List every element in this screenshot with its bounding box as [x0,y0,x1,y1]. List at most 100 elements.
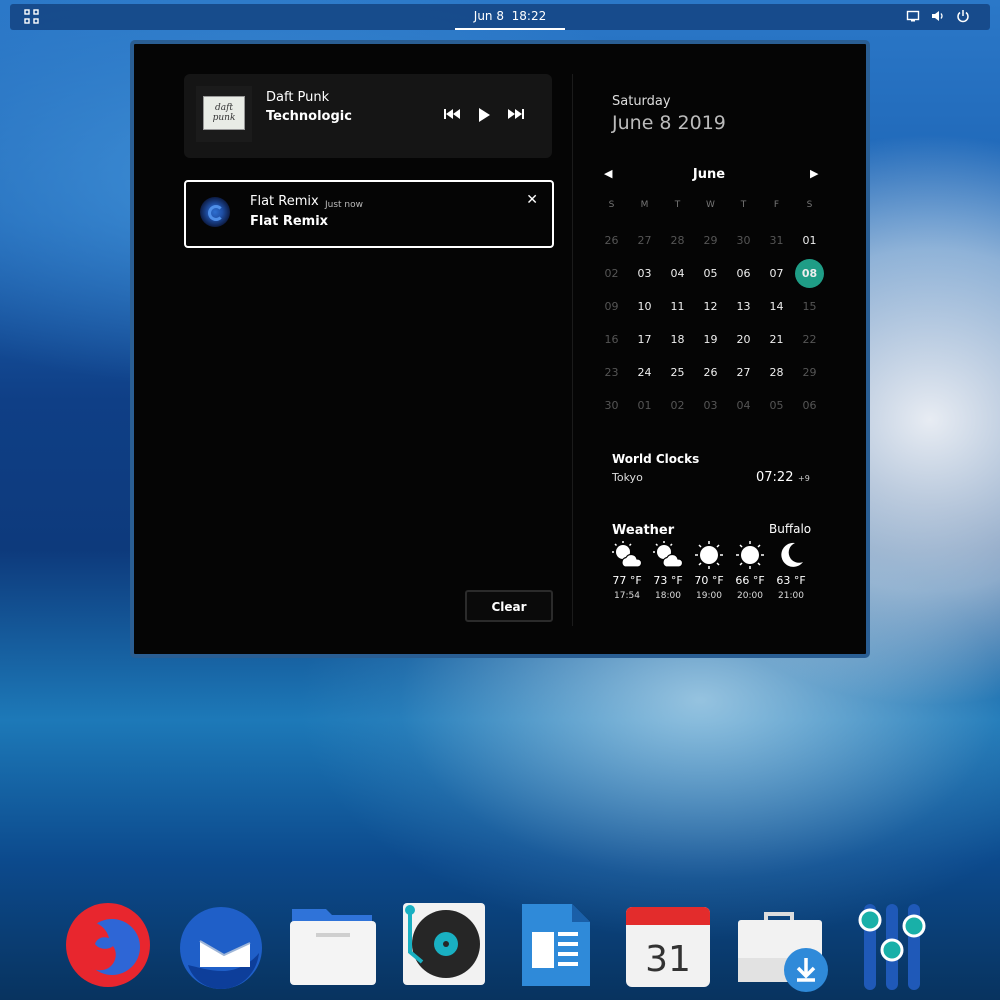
partly-cloudy-icon [648,540,688,574]
sun-icon [730,540,770,574]
weekday-label: W [706,200,715,210]
forecast-time: 19:00 [696,591,722,601]
display-icon[interactable] [905,9,921,25]
weather-title[interactable]: Weather [612,523,674,538]
firefox-icon[interactable] [65,902,153,994]
album-art: daft punk [196,86,252,142]
calendar-day[interactable]: 24 [628,356,661,389]
forecast-item: 70 °F 19:00 [689,540,729,601]
calendar-day[interactable]: 15 [793,290,826,323]
calendar-day[interactable]: 12 [694,290,727,323]
calendar-day[interactable]: 23 [595,356,628,389]
world-clock-city: Tokyo [612,471,643,484]
calendar-day[interactable]: 17 [628,323,661,356]
thunderbird-icon[interactable] [178,905,264,995]
calendar-week: 09 10 11 12 13 14 15 [595,290,826,323]
world-clocks-title[interactable]: World Clocks [612,452,699,466]
calendar-day[interactable]: 28 [661,224,694,257]
clear-button[interactable]: Clear [465,590,553,622]
play-icon[interactable] [474,108,494,124]
calendar-day[interactable]: 26 [694,356,727,389]
calendar-day[interactable]: 25 [661,356,694,389]
calendar-day[interactable]: 04 [727,389,760,422]
forecast-item: 73 °F 18:00 [648,540,688,601]
forecast-temp: 66 °F [735,574,765,587]
files-icon[interactable] [288,905,378,991]
calendar-day[interactable]: 07 [760,257,793,290]
calendar-day[interactable]: 20 [727,323,760,356]
notification-title: Flat Remix [250,194,319,209]
calendar-day[interactable]: 10 [628,290,661,323]
power-icon[interactable] [955,9,971,25]
notification-body: Flat Remix [250,214,329,229]
calendar-day[interactable]: 16 [595,323,628,356]
calendar-day[interactable]: 26 [595,224,628,257]
calendar-day[interactable]: 30 [595,389,628,422]
media-player: daft punk Daft Punk Technologic [184,74,552,158]
sun-icon [689,540,729,574]
topbar-time: 18:22 [511,9,547,23]
calendar-day[interactable]: 29 [694,224,727,257]
calendar-day[interactable]: 19 [694,323,727,356]
calendar-day[interactable]: 01 [628,389,661,422]
calendar-day[interactable]: 04 [661,257,694,290]
top-bar: Jun 8 18:22 [10,4,990,30]
calendar-day[interactable]: 13 [727,290,760,323]
settings-sliders-icon[interactable] [856,902,928,996]
calendar-day[interactable]: 28 [760,356,793,389]
forecast-temp: 73 °F [653,574,683,587]
calendar-week: 16 17 18 19 20 21 22 [595,323,826,356]
media-artist: Daft Punk [266,90,330,105]
calendar-day[interactable]: 30 [727,224,760,257]
previous-month-icon[interactable]: ◀ [604,167,612,180]
moon-icon [771,540,811,574]
clock-button[interactable]: Jun 8 18:22 [455,4,565,30]
weekday-label: F [773,200,780,210]
next-month-icon[interactable]: ▶ [810,167,818,180]
libreoffice-writer-icon[interactable] [520,902,592,992]
panel-divider [572,74,573,626]
activities-icon[interactable] [24,9,40,25]
calendar-week: 23 24 25 26 27 28 29 [595,356,826,389]
calendar-day[interactable]: 14 [760,290,793,323]
calendar-grid: S M T W T F S 26 27 28 29 30 31 01 02 03… [595,196,826,422]
calendar-day[interactable]: 27 [727,356,760,389]
calendar-day[interactable]: 03 [694,389,727,422]
full-date: June 8 2019 [612,112,726,134]
calendar-week: 30 01 02 03 04 05 06 [595,389,826,422]
forecast-item: 77 °F 17:54 [607,540,647,601]
topbar-date: Jun 8 [473,9,504,23]
calendar-day[interactable]: 22 [793,323,826,356]
partly-cloudy-icon [607,540,647,574]
previous-track-icon[interactable] [442,108,462,124]
music-player-icon[interactable] [402,902,486,990]
calendar-day[interactable]: 29 [793,356,826,389]
weekday-label: M [640,200,649,210]
calendar-day[interactable]: 06 [793,389,826,422]
close-icon[interactable]: ✕ [526,192,538,208]
calendar-app-icon[interactable]: 31 [625,905,711,993]
calendar-day[interactable]: 05 [694,257,727,290]
volume-icon[interactable] [930,9,946,25]
calendar-day[interactable]: 02 [661,389,694,422]
calendar-day[interactable]: 31 [760,224,793,257]
calendar-day[interactable]: 11 [661,290,694,323]
world-clock-time: 07:22 [756,470,794,485]
next-track-icon[interactable] [506,108,526,124]
calendar-day[interactable]: 06 [727,257,760,290]
software-store-icon[interactable] [736,910,832,996]
calendar-day[interactable]: 02 [595,257,628,290]
calendar-day[interactable]: 09 [595,290,628,323]
calendar-day[interactable]: 01 [793,224,826,257]
calendar-day[interactable]: 05 [760,389,793,422]
forecast-time: 21:00 [778,591,804,601]
notification-card[interactable]: Flat Remix Just now Flat Remix ✕ [184,180,554,248]
day-name: Saturday [612,94,671,109]
calendar-day[interactable]: 21 [760,323,793,356]
calendar-day[interactable]: 03 [628,257,661,290]
calendar-day-today[interactable]: 08 [795,259,824,288]
calendar-month: June [692,167,726,182]
calendar-day[interactable]: 27 [628,224,661,257]
calendar-day[interactable]: 18 [661,323,694,356]
album-art-text: daft punk [203,96,245,130]
